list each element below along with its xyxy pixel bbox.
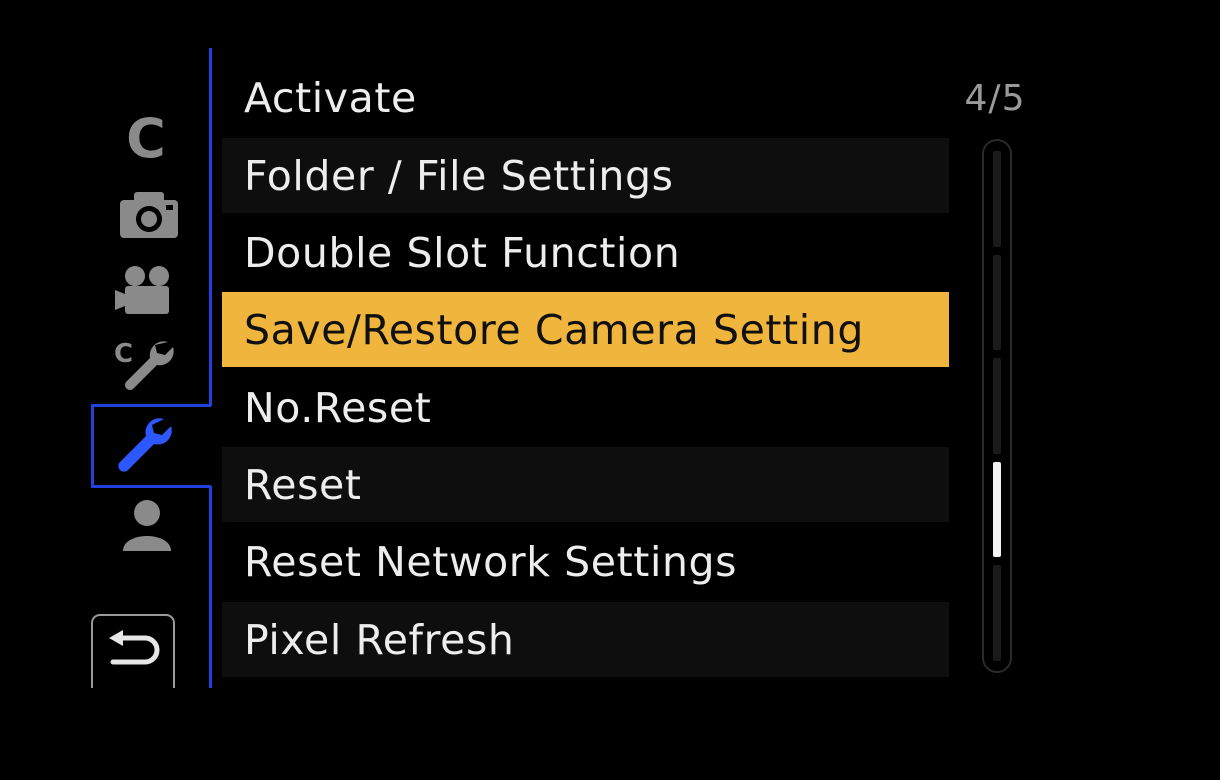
- page-indicator: 4/5: [964, 78, 1026, 119]
- menu-item-label: Pixel Refresh: [244, 615, 515, 664]
- svg-text:C: C: [114, 339, 133, 369]
- tab-photo[interactable]: [104, 180, 194, 250]
- back-button[interactable]: [91, 614, 175, 688]
- menu-item-label: No.Reset: [244, 383, 432, 432]
- menu-item-save-restore-camera-setting[interactable]: Save/Restore Camera Setting: [222, 292, 949, 367]
- menu-item-pixel-refresh[interactable]: Pixel Refresh: [222, 602, 949, 677]
- tab-divider-bottom: [209, 486, 212, 688]
- custom-c-icon: C: [126, 107, 166, 170]
- scrollbar-page-segment: [993, 254, 1001, 351]
- scrollbar-page-segment: [993, 151, 1001, 247]
- menu-item-label: Save/Restore Camera Setting: [244, 305, 864, 354]
- menu-item-reset[interactable]: Reset: [222, 447, 949, 522]
- scrollbar-page-segment: [993, 358, 1001, 454]
- tab-setup[interactable]: [100, 410, 190, 480]
- menu-item-folder-file-settings[interactable]: Folder / File Settings: [222, 138, 949, 213]
- tab-divider-top: [209, 48, 212, 406]
- return-arrow-icon: [109, 630, 160, 665]
- menu-item-label: Reset: [244, 460, 362, 509]
- custom-wrench-icon: C: [114, 339, 174, 390]
- menu-item-no-reset[interactable]: No.Reset: [222, 370, 949, 445]
- camera-setup-menu-screen: C C Activate Folder / File Settings Doub…: [0, 0, 1220, 780]
- person-icon: [123, 500, 171, 551]
- scrollbar-page-segment: [993, 565, 1001, 661]
- tab-custom-setup[interactable]: C: [100, 332, 190, 402]
- menu-item-label: Activate: [244, 73, 417, 122]
- menu-item-activate[interactable]: Activate: [222, 60, 949, 135]
- wrench-icon: [118, 418, 172, 472]
- menu-item-label: Folder / File Settings: [244, 151, 674, 200]
- tab-video[interactable]: [102, 256, 192, 326]
- scrollbar-thumb: [993, 461, 1001, 558]
- movie-camera-icon: [115, 266, 169, 314]
- camera-icon: [120, 192, 178, 238]
- menu-item-label: Double Slot Function: [244, 228, 681, 277]
- tab-custom[interactable]: C: [101, 104, 191, 174]
- menu-item-label: Reset Network Settings: [244, 537, 738, 586]
- menu-item-reset-network-settings[interactable]: Reset Network Settings: [222, 524, 949, 599]
- menu-item-double-slot-function[interactable]: Double Slot Function: [222, 215, 949, 290]
- tab-my-menu[interactable]: [102, 490, 192, 560]
